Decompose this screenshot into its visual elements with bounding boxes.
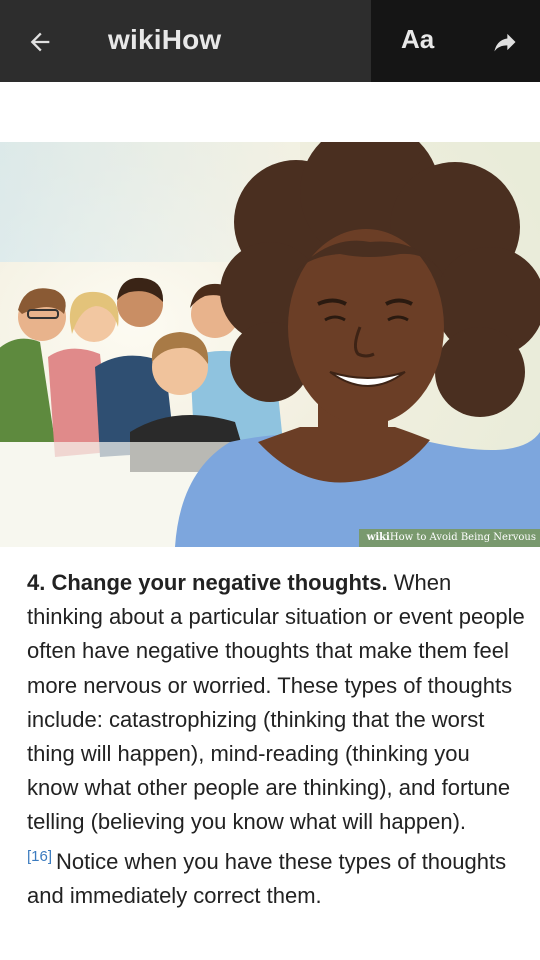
toolbar-title-area: wikiHow (0, 0, 371, 82)
share-button[interactable] (485, 22, 525, 62)
share-arrow-icon (494, 33, 516, 52)
app-toolbar: wikiHow Aa (0, 0, 540, 82)
arrow-left-icon (30, 32, 50, 52)
illustration-art (0, 142, 540, 547)
font-size-button[interactable]: Aa (401, 24, 434, 55)
toolbar-actions: Aa (371, 0, 540, 82)
step-title: 4. Change your negative thoughts. (27, 570, 388, 595)
app-title: wikiHow (108, 24, 222, 55)
back-button[interactable] (20, 22, 60, 62)
image-watermark: wikiHow to Avoid Being Nervous (358, 529, 540, 547)
article-step-text: 4. Change your negative thoughts. When t… (27, 566, 527, 913)
watermark-prefix: wiki (366, 532, 390, 543)
step-body-part1: When thinking about a particular situati… (27, 570, 525, 835)
article-illustration: wikiHow to Avoid Being Nervous (0, 142, 540, 547)
watermark-text: How to Avoid Being Nervous (389, 532, 536, 543)
step-body-part2: Notice when you have these types of thou… (27, 848, 507, 908)
reference-link[interactable]: [16] (27, 848, 52, 865)
